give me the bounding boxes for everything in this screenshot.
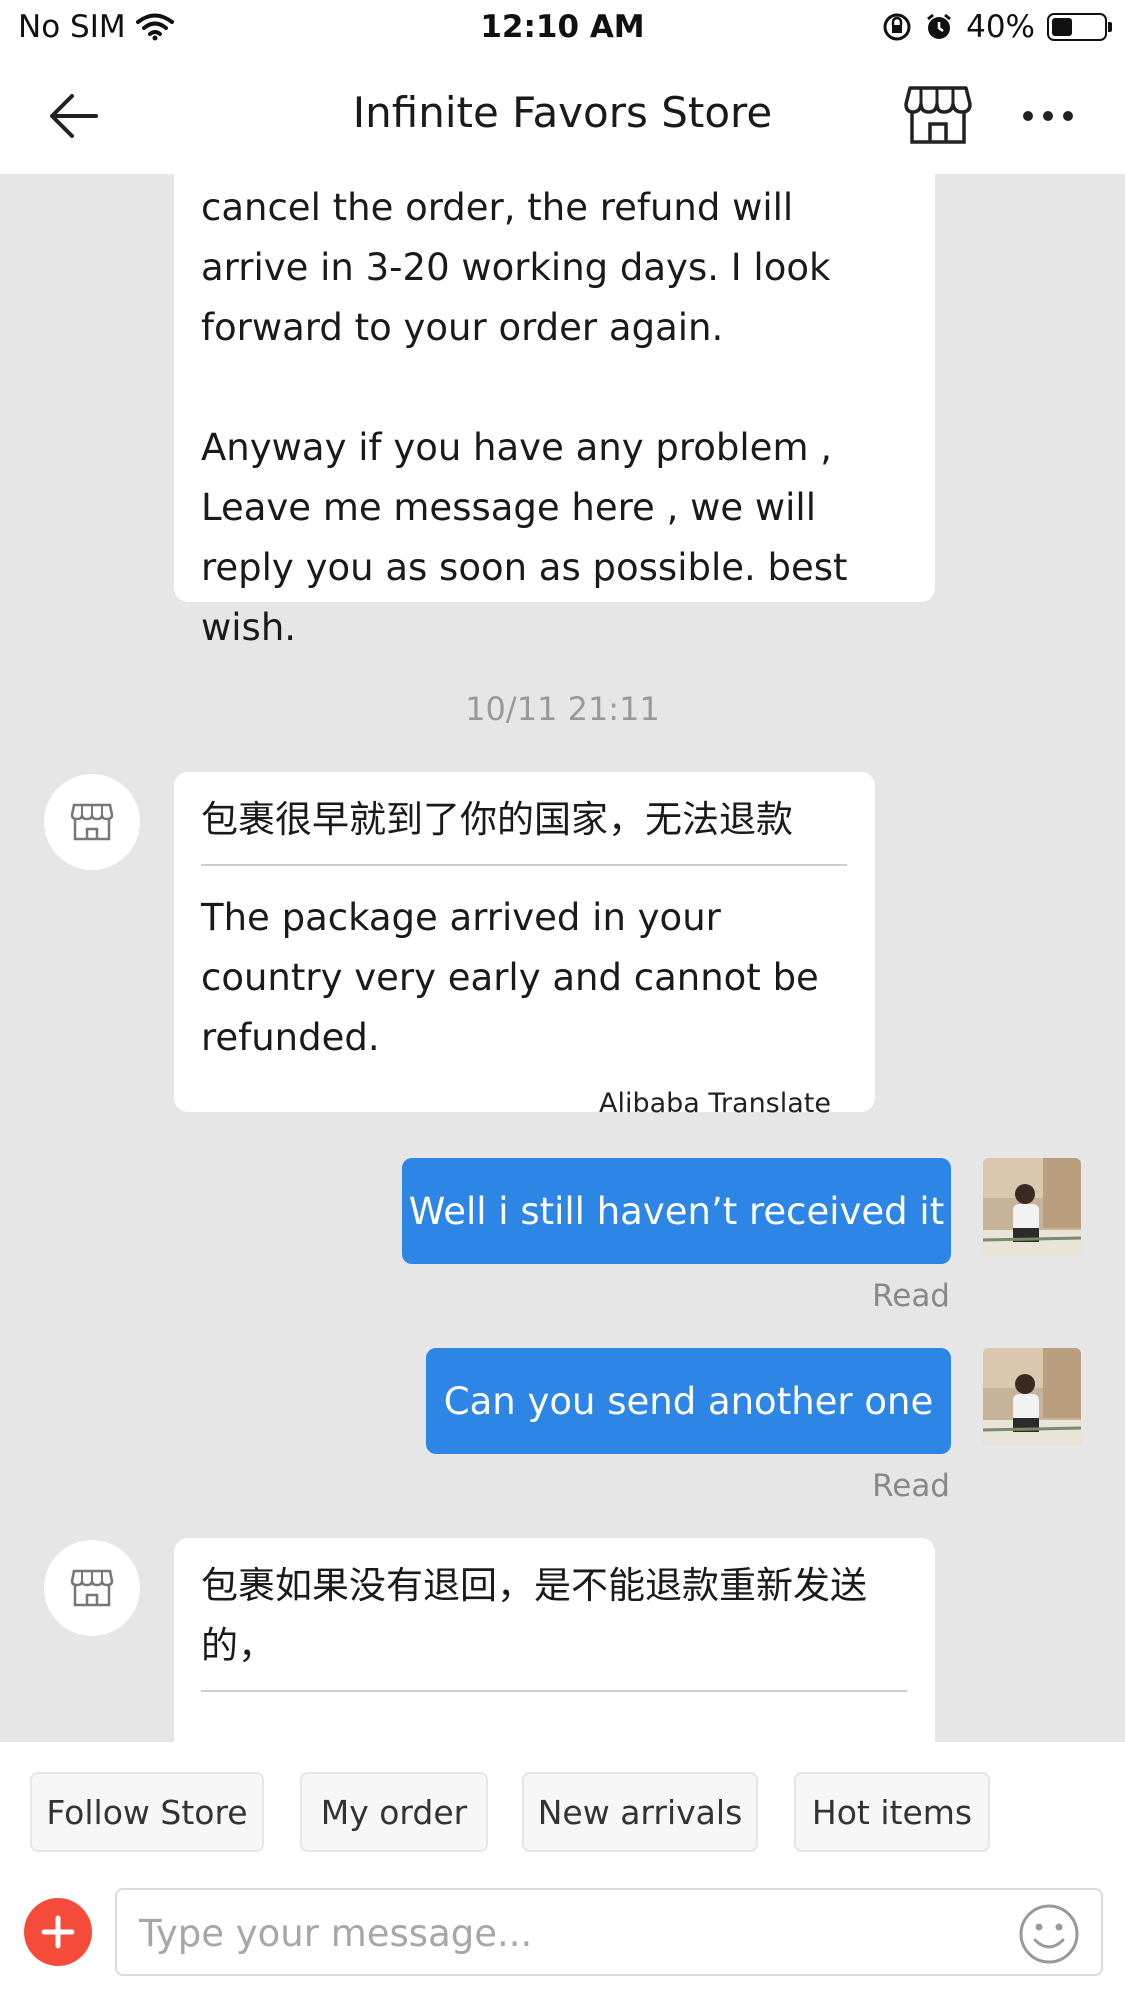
store-message-text: cancel the order, the refund will arrive… <box>201 186 848 649</box>
translate-attribution: Alibaba Translate <box>598 1088 831 1119</box>
store-avatar-icon <box>70 1569 114 1607</box>
translation-divider <box>201 864 847 866</box>
store-icon[interactable] <box>904 84 972 146</box>
status-bar: No SIM 12:10 AM 40% <box>0 0 1125 58</box>
plus-icon <box>41 1915 75 1949</box>
alarm-icon <box>927 13 952 39</box>
message-input[interactable] <box>139 1904 999 1962</box>
user-message-text: Can you send another one <box>443 1379 934 1423</box>
hot-items-button[interactable]: Hot items <box>794 1772 990 1852</box>
translation-divider <box>201 1690 907 1692</box>
user-avatar-photo <box>983 1158 1081 1256</box>
user-avatar[interactable] <box>983 1348 1081 1446</box>
original-chinese-text: 包裹很早就到了你的国家，无法退款 <box>201 798 793 841</box>
rotation-lock-icon <box>883 13 911 41</box>
emoji-icon[interactable] <box>1017 1902 1081 1966</box>
plus-button[interactable] <box>24 1898 92 1966</box>
chat-area[interactable]: cancel the order, the refund will arrive… <box>0 174 1125 1742</box>
user-message-text: Well i still haven’t received it <box>408 1189 945 1233</box>
chat-header: Infinite Favors Store <box>0 58 1125 174</box>
store-avatar[interactable] <box>44 1540 140 1636</box>
new-arrivals-button[interactable]: New arrivals <box>522 1772 758 1852</box>
my-order-button[interactable]: My order <box>300 1772 488 1852</box>
store-avatar[interactable] <box>44 774 140 870</box>
user-message: Can you send another one <box>426 1348 951 1454</box>
more-icon[interactable] <box>1020 102 1076 130</box>
user-message: Well i still haven’t received it <box>402 1158 951 1264</box>
read-receipt: Read <box>872 1278 950 1314</box>
user-avatar[interactable] <box>983 1158 1081 1256</box>
user-avatar-photo <box>983 1348 1081 1446</box>
message-input-box[interactable] <box>115 1888 1103 1976</box>
store-message-translated: 包裹如果没有退回，是不能退款重新发送的， <box>174 1538 935 1742</box>
battery-icon <box>1047 13 1112 41</box>
read-receipt: Read <box>872 1468 950 1504</box>
store-message-translated: 包裹很早就到了你的国家，无法退款 The package arrived in … <box>174 772 875 1119</box>
store-avatar-icon <box>70 803 114 841</box>
message-timestamp: 10/11 21:11 <box>465 690 660 728</box>
follow-store-button[interactable]: Follow Store <box>30 1772 264 1852</box>
battery-percent: 40% <box>966 9 1035 45</box>
original-chinese-text: 包裹如果没有退回，是不能退款重新发送的， <box>201 1564 867 1667</box>
battery-fill <box>1052 18 1072 36</box>
bottom-panel: Follow Store My order New arrivals Hot i… <box>0 1742 1125 2000</box>
translated-english-text: The package arrived in your country very… <box>201 896 819 1059</box>
status-right: 40% <box>882 9 1112 45</box>
store-message-partial: cancel the order, the refund will arrive… <box>174 174 935 649</box>
